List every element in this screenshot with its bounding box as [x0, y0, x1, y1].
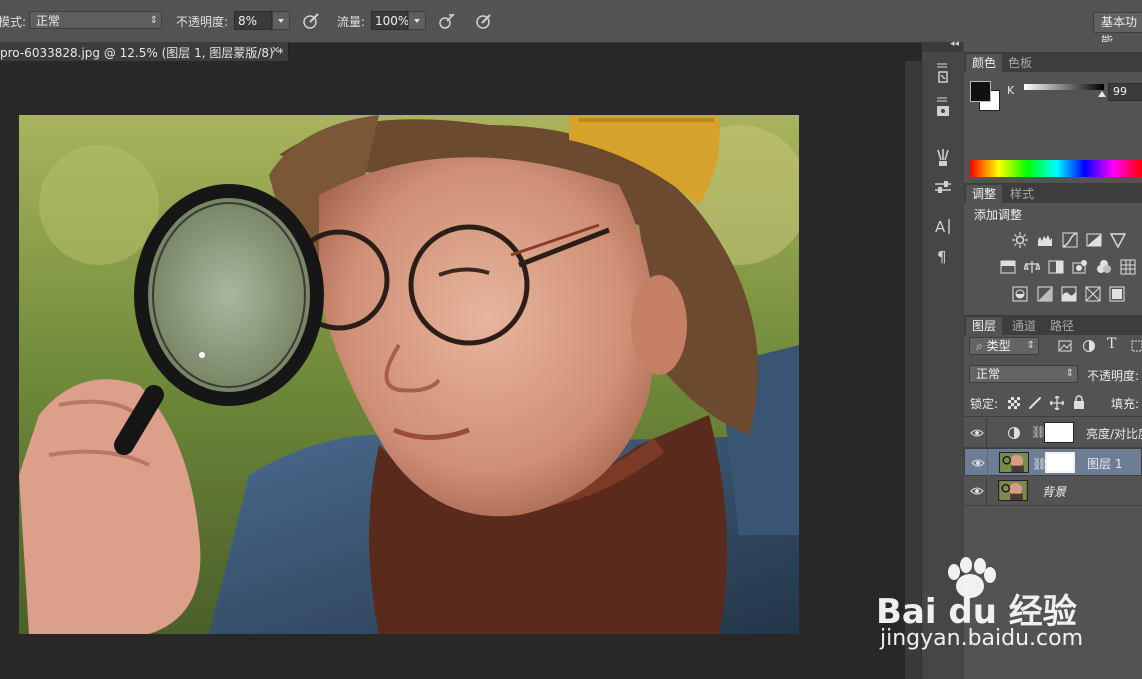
actions-icon[interactable]: [932, 96, 954, 120]
lock-transparent-pixels-icon[interactable]: [1008, 397, 1020, 409]
levels-icon[interactable]: [1037, 232, 1053, 248]
layer-row-separator: [987, 449, 988, 477]
blend-mode-value: 正常: [36, 14, 61, 28]
document-canvas[interactable]: [19, 115, 799, 634]
layer-filter-select[interactable]: ⌕ 类型: [969, 337, 1039, 355]
layer-mask-thumbnail[interactable]: [1045, 452, 1075, 473]
flow-dropdown-button[interactable]: [408, 11, 426, 30]
document-tab[interactable]: pro-6033828.jpg @ 12.5% (图层 1, 图层蒙版/8) *: [0, 42, 289, 61]
collapse-strip-header[interactable]: ◂◂: [922, 39, 963, 52]
layer-row-brightness-contrast[interactable]: ⛓ 亮度/对比度: [964, 419, 1142, 448]
opacity-dropdown-button[interactable]: [272, 11, 290, 30]
flow-input[interactable]: 100%: [371, 11, 409, 30]
k-slider-track[interactable]: [1024, 84, 1104, 90]
layer-blend-mode-value: 正常: [976, 367, 1001, 381]
layer-row-background[interactable]: 背景: [964, 477, 1142, 506]
layer-row-separator: [986, 477, 987, 505]
photo-filter-icon[interactable]: [1072, 259, 1088, 275]
lock-position-icon[interactable]: [1050, 396, 1064, 410]
paragraph-icon[interactable]: ¶: [932, 245, 954, 269]
layer-name: 图层 1: [1087, 457, 1123, 471]
visibility-eye-icon[interactable]: [970, 426, 984, 440]
selective-color-icon[interactable]: [1085, 286, 1101, 302]
brightness-contrast-icon[interactable]: [1012, 232, 1028, 248]
photo-image: [19, 115, 799, 634]
color-spectrum-ramp[interactable]: [970, 160, 1142, 177]
curves-icon[interactable]: [1062, 232, 1078, 248]
character-icon[interactable]: A: [932, 215, 954, 239]
tab-adjustments[interactable]: 调整: [966, 185, 1003, 203]
color-balance-icon[interactable]: [1024, 259, 1040, 275]
mode-label: 模式:: [0, 15, 27, 29]
flow-label: 流量:: [337, 15, 366, 29]
layer-row-layer-1[interactable]: ⛓ 图层 1: [964, 448, 1142, 477]
filter-shape-layer-icon[interactable]: [1130, 339, 1142, 353]
invert-icon[interactable]: [1012, 286, 1028, 302]
k-value-input[interactable]: 99: [1108, 83, 1142, 101]
gradient-map-icon[interactable]: [1109, 286, 1125, 302]
filter-type-layer-icon[interactable]: T: [1107, 336, 1116, 352]
tablet-pressure-size-icon[interactable]: [474, 11, 494, 31]
fill-label: 填充:: [1111, 397, 1140, 411]
opacity-input[interactable]: 8%: [234, 11, 272, 30]
hue-saturation-icon[interactable]: [1000, 259, 1016, 275]
watermark-url: jingyan.baidu.com: [880, 626, 1084, 651]
close-tab-icon[interactable]: ×: [271, 43, 280, 56]
vibrance-icon[interactable]: [1110, 232, 1126, 248]
threshold-icon[interactable]: [1061, 286, 1077, 302]
tab-styles[interactable]: 样式: [1004, 185, 1040, 203]
black-white-icon[interactable]: [1048, 259, 1064, 275]
layers-list-divider: [964, 416, 1142, 417]
lock-all-icon[interactable]: [1073, 395, 1085, 409]
channel-mixer-icon[interactable]: [1096, 259, 1112, 275]
layer-opacity-label: 不透明度:: [1087, 369, 1140, 383]
airbrush-icon[interactable]: [437, 11, 457, 31]
posterize-icon[interactable]: [1037, 286, 1053, 302]
color-panel-tabs: 颜色 色板: [964, 52, 1142, 72]
exposure-icon[interactable]: [1086, 232, 1102, 248]
tool-presets-icon[interactable]: [932, 176, 954, 200]
svg-text:A: A: [935, 218, 946, 236]
visibility-eye-icon[interactable]: [970, 484, 984, 498]
document-title: pro-6033828.jpg @ 12.5% (图层 1, 图层蒙版/8) *: [0, 46, 284, 60]
search-icon: ⌕: [976, 339, 983, 353]
visibility-eye-icon[interactable]: [971, 456, 985, 470]
layer-row-separator: [986, 419, 987, 447]
history-icon[interactable]: [932, 62, 954, 86]
layer-thumbnail[interactable]: [998, 480, 1028, 501]
lock-image-pixels-icon[interactable]: [1028, 396, 1042, 410]
svg-text:¶: ¶: [937, 248, 947, 266]
layers-panel-tabs: 图层 通道 路径: [964, 315, 1142, 335]
layer-mask-thumbnail[interactable]: [1044, 422, 1074, 443]
k-channel-label: K: [1007, 84, 1015, 97]
tab-paths[interactable]: 路径: [1044, 317, 1080, 335]
add-adjustment-heading: 添加调整: [974, 208, 1023, 222]
opacity-label: 不透明度:: [176, 15, 229, 29]
adjust-panel-tabs: 调整 样式: [964, 183, 1142, 203]
lock-label: 锁定:: [970, 397, 999, 411]
k-slider-thumb[interactable]: [1098, 91, 1106, 97]
layer-blend-mode-select[interactable]: 正常: [969, 365, 1078, 383]
foreground-color-swatch[interactable]: [970, 81, 991, 102]
filter-pixel-layer-icon[interactable]: [1058, 339, 1072, 353]
blend-mode-select[interactable]: 正常: [29, 11, 162, 30]
tab-channels[interactable]: 通道: [1006, 317, 1042, 335]
filter-adjustment-layer-icon[interactable]: [1082, 339, 1096, 353]
layer-thumbnail[interactable]: [999, 452, 1029, 473]
workspace-button[interactable]: 基本功能: [1093, 12, 1142, 48]
layer-name: 亮度/对比度: [1086, 427, 1142, 441]
adjustment-layer-icon: [1008, 427, 1020, 439]
layer-name: 背景: [1042, 485, 1067, 499]
tab-layers[interactable]: 图层: [966, 317, 1003, 335]
airbrush-pressure-icon[interactable]: [301, 11, 321, 31]
brush-presets-icon[interactable]: [932, 146, 954, 170]
tab-color[interactable]: 颜色: [966, 54, 1003, 72]
options-bar: [0, 0, 1142, 43]
layer-filter-value: 类型: [986, 339, 1011, 353]
color-lookup-icon[interactable]: [1120, 259, 1136, 275]
tab-swatches[interactable]: 色板: [1002, 54, 1038, 72]
